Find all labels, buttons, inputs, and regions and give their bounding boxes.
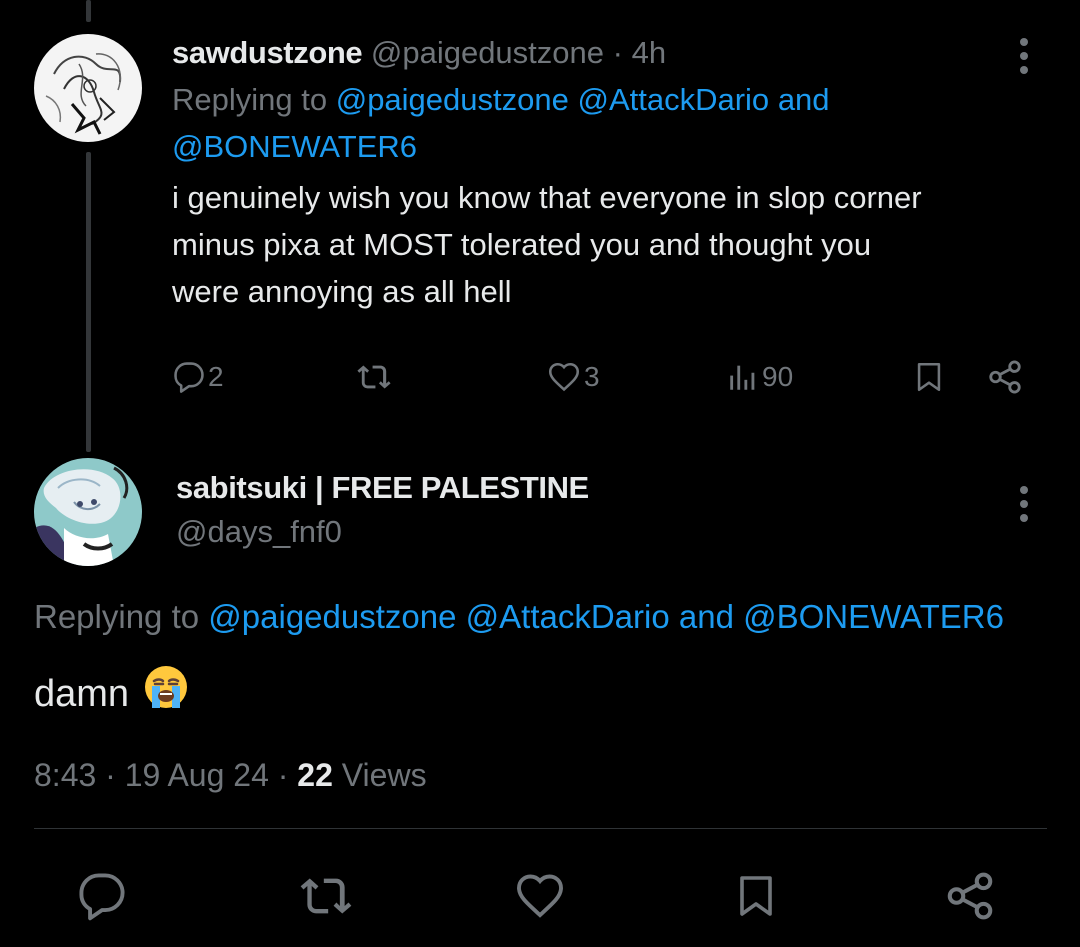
main-display-name[interactable]: sabitsuki | FREE PALESTINE xyxy=(176,466,589,510)
more-options-icon[interactable] xyxy=(1018,36,1030,76)
reply-icon xyxy=(79,873,125,921)
mention-link[interactable]: @paigedustzone xyxy=(208,598,456,635)
main-action-bar xyxy=(0,866,1080,926)
main-handle[interactable]: @days_fnf0 xyxy=(176,510,589,554)
bookmark-icon xyxy=(917,362,941,392)
like-button[interactable] xyxy=(510,866,570,926)
reply-tweet-header: sawdustzone @paigedustzone · 4h xyxy=(172,30,1052,76)
tweet-time[interactable]: 8:43 xyxy=(34,757,96,793)
repost-button[interactable] xyxy=(356,352,392,402)
main-replying-to: Replying to @paigedustzone @AttackDario … xyxy=(34,594,1004,640)
main-tweet-text: damn xyxy=(34,664,189,724)
like-count: 3 xyxy=(584,361,600,392)
reply-icon xyxy=(174,362,204,393)
repost-icon xyxy=(300,878,352,914)
reply-count: 2 xyxy=(208,361,224,392)
mention-and-link[interactable]: and xyxy=(778,82,830,117)
mention-link[interactable]: @paigedustzone xyxy=(336,82,569,117)
meta-dot: · xyxy=(105,757,116,793)
bookmark-button[interactable] xyxy=(726,866,786,926)
share-icon xyxy=(947,872,993,920)
bookmark-icon xyxy=(740,876,772,916)
thread-line xyxy=(86,152,91,452)
main-tweet-meta: 8:43 · 19 Aug 24 · 22 Views xyxy=(34,752,427,798)
reply-handle[interactable]: @paigedustzone xyxy=(371,35,604,70)
divider xyxy=(34,828,1047,829)
meta-dot: · xyxy=(277,757,289,793)
loudly-crying-face-icon xyxy=(143,664,189,724)
repost-button[interactable] xyxy=(296,866,356,926)
view-count: 90 xyxy=(762,361,794,392)
mention-link[interactable]: @AttackDario xyxy=(466,598,670,635)
reply-display-name[interactable]: sawdustzone xyxy=(172,35,363,70)
thread-line-top xyxy=(86,0,91,22)
reply-separator: · xyxy=(612,35,623,70)
share-button[interactable] xyxy=(940,866,1000,926)
heart-icon xyxy=(548,362,580,392)
views-count[interactable]: 22 xyxy=(297,757,333,793)
main-tweet-header: sabitsuki | FREE PALESTINE @days_fnf0 xyxy=(176,466,589,554)
views-label[interactable]: Views xyxy=(342,757,427,793)
heart-icon xyxy=(517,874,563,918)
repost-icon xyxy=(357,365,391,389)
reply-time[interactable]: 4h xyxy=(632,35,666,70)
avatar-sawdustzone[interactable] xyxy=(34,34,142,142)
main-text-content: damn xyxy=(34,673,130,715)
reply-button[interactable] xyxy=(72,866,132,926)
tweet-date[interactable]: 19 Aug 24 xyxy=(125,757,269,793)
reply-text-line: i genuinely wish you know that everyone … xyxy=(172,180,922,215)
reply-button[interactable]: 2 xyxy=(172,352,224,402)
reply-text-line: were annoying as all hell xyxy=(172,274,512,309)
like-button[interactable]: 3 xyxy=(546,352,600,402)
reply-text-line: minus pixa at MOST tolerated you and tho… xyxy=(172,227,872,262)
bookmark-button[interactable] xyxy=(912,352,946,402)
mention-link[interactable]: @AttackDario xyxy=(577,82,769,117)
reply-action-bar: 2 3 90 xyxy=(172,352,1032,402)
mention-link[interactable]: @BONEWATER6 xyxy=(172,129,417,164)
mention-link[interactable]: @BONEWATER6 xyxy=(743,598,1004,635)
mention-and-link[interactable]: and xyxy=(679,598,734,635)
more-options-icon[interactable] xyxy=(1018,484,1030,524)
reply-tweet[interactable]: sawdustzone @paigedustzone · 4h Replying… xyxy=(172,30,1052,315)
share-icon xyxy=(989,360,1021,394)
avatar-sabitsuki[interactable] xyxy=(34,458,142,566)
reply-tweet-text: i genuinely wish you know that everyone … xyxy=(172,174,1052,315)
share-button[interactable] xyxy=(986,352,1024,402)
views-button[interactable]: 90 xyxy=(726,352,793,402)
replying-prefix: Replying to xyxy=(172,82,328,117)
reply-replying-to: Replying to @paigedustzone @AttackDario … xyxy=(172,76,1052,170)
replying-prefix: Replying to xyxy=(34,598,200,635)
views-chart-icon xyxy=(730,365,755,390)
